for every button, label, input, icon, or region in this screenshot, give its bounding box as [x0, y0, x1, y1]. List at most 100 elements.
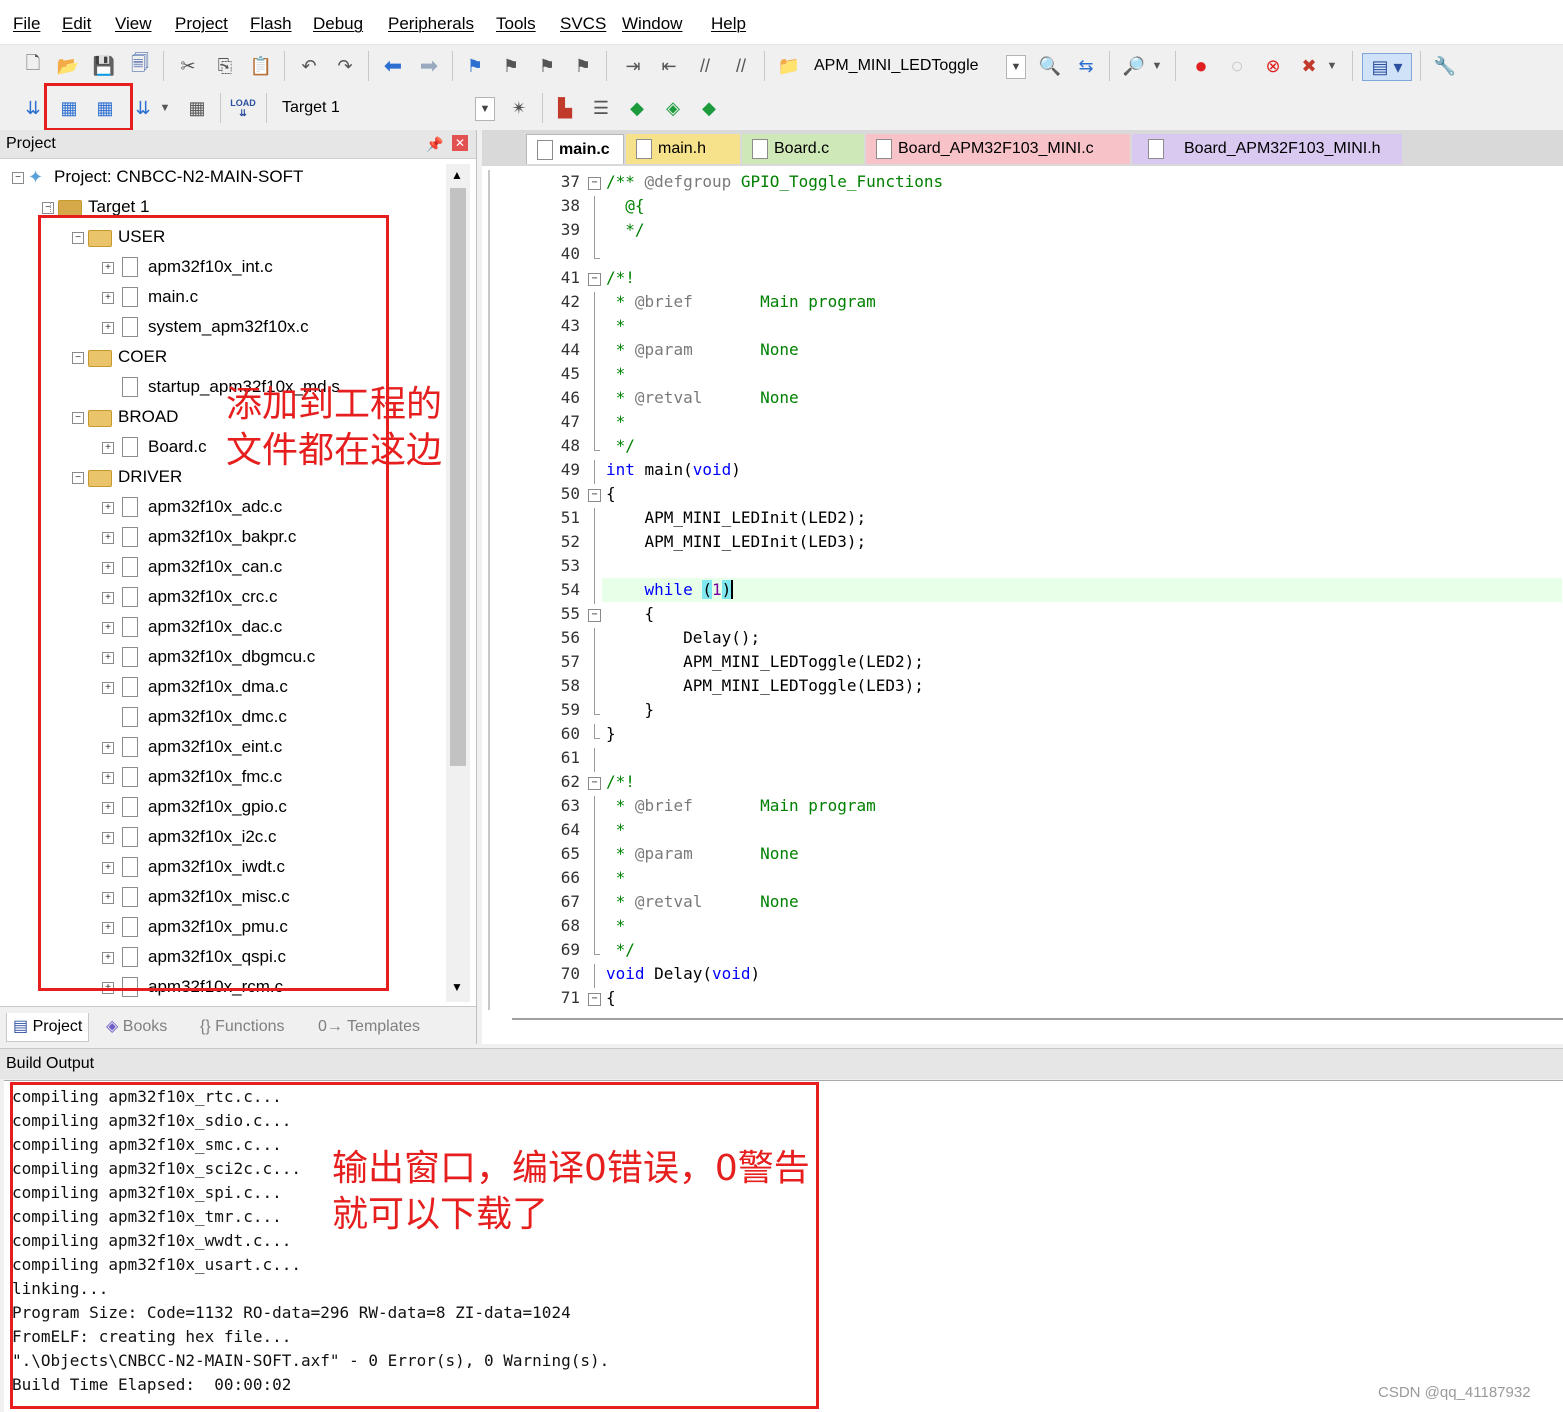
- fold-guide: [594, 196, 595, 220]
- cut-icon[interactable]: ✂: [175, 53, 201, 79]
- line-number: 47: [560, 412, 580, 431]
- debug-session-icon[interactable]: 🔎: [1121, 53, 1147, 79]
- configure-icon[interactable]: 🔧: [1432, 53, 1458, 79]
- disable-all-breakpoints-icon[interactable]: ⊗: [1260, 53, 1286, 79]
- fold-icon[interactable]: −: [588, 609, 601, 622]
- find-combo-dropdown[interactable]: ▼: [1006, 55, 1026, 79]
- pin-icon[interactable]: 📌: [426, 130, 443, 158]
- line-number: 64: [560, 820, 580, 839]
- find-combo[interactable]: APM_MINI_LEDToggle: [814, 53, 979, 79]
- scroll-up-icon[interactable]: ▲: [448, 168, 466, 186]
- menu-help[interactable]: Help: [711, 14, 746, 34]
- project-panel-header: Project 📌 ✕: [0, 130, 476, 159]
- menu-tools[interactable]: Tools: [496, 14, 536, 34]
- code-line: * @brief Main program: [606, 292, 876, 311]
- target-select[interactable]: Target 1: [282, 95, 340, 121]
- paste-icon[interactable]: 📋: [248, 53, 274, 79]
- window-layout-icon[interactable]: ▤ ▾: [1362, 53, 1412, 81]
- tab-board-mini-h[interactable]: Board_APM32F103_MINI.h: [1132, 134, 1402, 164]
- tree-project-root[interactable]: − ✦ Project: CNBCC-N2-MAIN-SOFT: [0, 162, 446, 192]
- menu-edit[interactable]: Edit: [62, 14, 91, 34]
- fold-guide: [594, 940, 595, 954]
- project-scrollbar[interactable]: ▲ ▼: [446, 164, 470, 1002]
- unindent-icon[interactable]: ⇤: [656, 53, 682, 79]
- scroll-down-icon[interactable]: ▼: [448, 980, 466, 998]
- fold-icon[interactable]: −: [588, 993, 601, 1006]
- tab-books[interactable]: ◈ Books: [106, 1013, 167, 1041]
- fold-guide: [594, 796, 595, 820]
- tab-project[interactable]: ▤ Project: [6, 1013, 90, 1042]
- tab-board-mini-c[interactable]: Board_APM32F103_MINI.c: [866, 134, 1130, 164]
- menu-debug[interactable]: Debug: [313, 14, 363, 34]
- save-all-icon[interactable]: 🗐: [127, 53, 153, 79]
- copy-icon[interactable]: ⎘: [212, 53, 238, 79]
- target-select-dropdown[interactable]: ▼: [475, 97, 495, 121]
- pack-installer-icon[interactable]: ◆: [624, 95, 650, 121]
- bookmark-icon[interactable]: ⚑: [462, 53, 488, 79]
- code-area[interactable]: 37−/** @defgroup GPIO_Toggle_Functions 38…: [488, 170, 1563, 1010]
- indent-icon[interactable]: ⇥: [620, 53, 646, 79]
- tab-functions[interactable]: {} Functions: [200, 1013, 285, 1041]
- redo-icon[interactable]: ↷: [332, 53, 358, 79]
- editor-hscroll[interactable]: [512, 1018, 1563, 1020]
- code-line: @{: [606, 196, 645, 215]
- menu-view[interactable]: View: [115, 14, 152, 34]
- tab-main-h[interactable]: main.h: [626, 134, 740, 164]
- menu-svcs[interactable]: SVCS: [560, 14, 606, 34]
- menu-file[interactable]: File: [13, 14, 40, 34]
- navigate-back-icon[interactable]: ⬅: [380, 53, 406, 79]
- find-icon[interactable]: 🔍: [1037, 53, 1063, 79]
- file-extensions-icon[interactable]: ☰: [588, 95, 614, 121]
- output-annotation-line1: 输出窗口，编译0错误，0警告: [332, 1148, 810, 1189]
- code-line: /*!: [606, 268, 635, 287]
- breakpoints-dropdown-icon[interactable]: ▼: [1325, 53, 1339, 79]
- next-bookmark-icon[interactable]: ⚑: [534, 53, 560, 79]
- fold-guide: [594, 820, 595, 844]
- code-line: APM_MINI_LEDToggle(LED3);: [606, 676, 924, 695]
- menu-flash[interactable]: Flash: [250, 14, 292, 34]
- tab-main-c[interactable]: main.c: [526, 134, 624, 164]
- disable-breakpoint-icon[interactable]: ○: [1224, 53, 1250, 79]
- find-in-files-icon[interactable]: 📁: [776, 53, 802, 79]
- tab-templates[interactable]: 0→ Templates: [318, 1013, 420, 1041]
- incremental-find-icon[interactable]: ⇆: [1073, 53, 1099, 79]
- manage-components-icon[interactable]: ▙: [552, 95, 578, 121]
- clear-bookmarks-icon[interactable]: ⚑: [570, 53, 596, 79]
- debug-dropdown-icon[interactable]: ▼: [1150, 53, 1164, 79]
- collapse-icon[interactable]: −: [12, 172, 24, 184]
- manage-rte-icon[interactable]: ◆: [696, 95, 722, 121]
- stop-build-icon[interactable]: ▦: [184, 95, 210, 121]
- fold-icon[interactable]: −: [588, 177, 601, 190]
- translate-icon[interactable]: ⇊: [20, 95, 46, 121]
- prev-bookmark-icon[interactable]: ⚑: [498, 53, 524, 79]
- collapse-icon[interactable]: −: [42, 202, 54, 214]
- menu-project[interactable]: Project: [175, 14, 228, 34]
- fold-guide: [594, 748, 595, 772]
- build-output-highlight: [10, 1082, 819, 1409]
- fold-icon[interactable]: −: [588, 489, 601, 502]
- fold-icon[interactable]: −: [588, 273, 601, 286]
- menu-peripherals[interactable]: Peripherals: [388, 14, 474, 34]
- open-file-icon[interactable]: 📂: [55, 53, 81, 79]
- scroll-thumb[interactable]: [450, 188, 466, 766]
- project-tab-icon: ▤: [13, 1018, 29, 1035]
- line-number: 68: [560, 916, 580, 935]
- target-options-icon[interactable]: ✴: [506, 95, 532, 121]
- breakpoint-icon[interactable]: ●: [1188, 53, 1214, 79]
- new-file-icon[interactable]: 🗋: [20, 53, 46, 79]
- tab-board-c[interactable]: Board.c: [742, 134, 864, 164]
- select-packs-icon[interactable]: ◈: [660, 95, 686, 121]
- batch-build-icon[interactable]: ⇊: [130, 95, 156, 121]
- undo-icon[interactable]: ↶: [296, 53, 322, 79]
- kill-breakpoints-icon[interactable]: ✖: [1296, 53, 1322, 79]
- save-icon[interactable]: 💾: [91, 53, 117, 79]
- comment-icon[interactable]: //: [692, 53, 718, 79]
- download-icon[interactable]: LOAD ⇊: [230, 95, 256, 121]
- navigate-forward-icon[interactable]: ➡: [416, 53, 442, 79]
- fold-icon[interactable]: −: [588, 777, 601, 790]
- batch-dropdown-icon[interactable]: ▼: [158, 95, 172, 121]
- uncomment-icon[interactable]: //: [728, 53, 754, 79]
- close-panel-icon[interactable]: ✕: [452, 135, 468, 151]
- line-number: 60: [560, 724, 580, 743]
- menu-window[interactable]: Window: [622, 14, 682, 34]
